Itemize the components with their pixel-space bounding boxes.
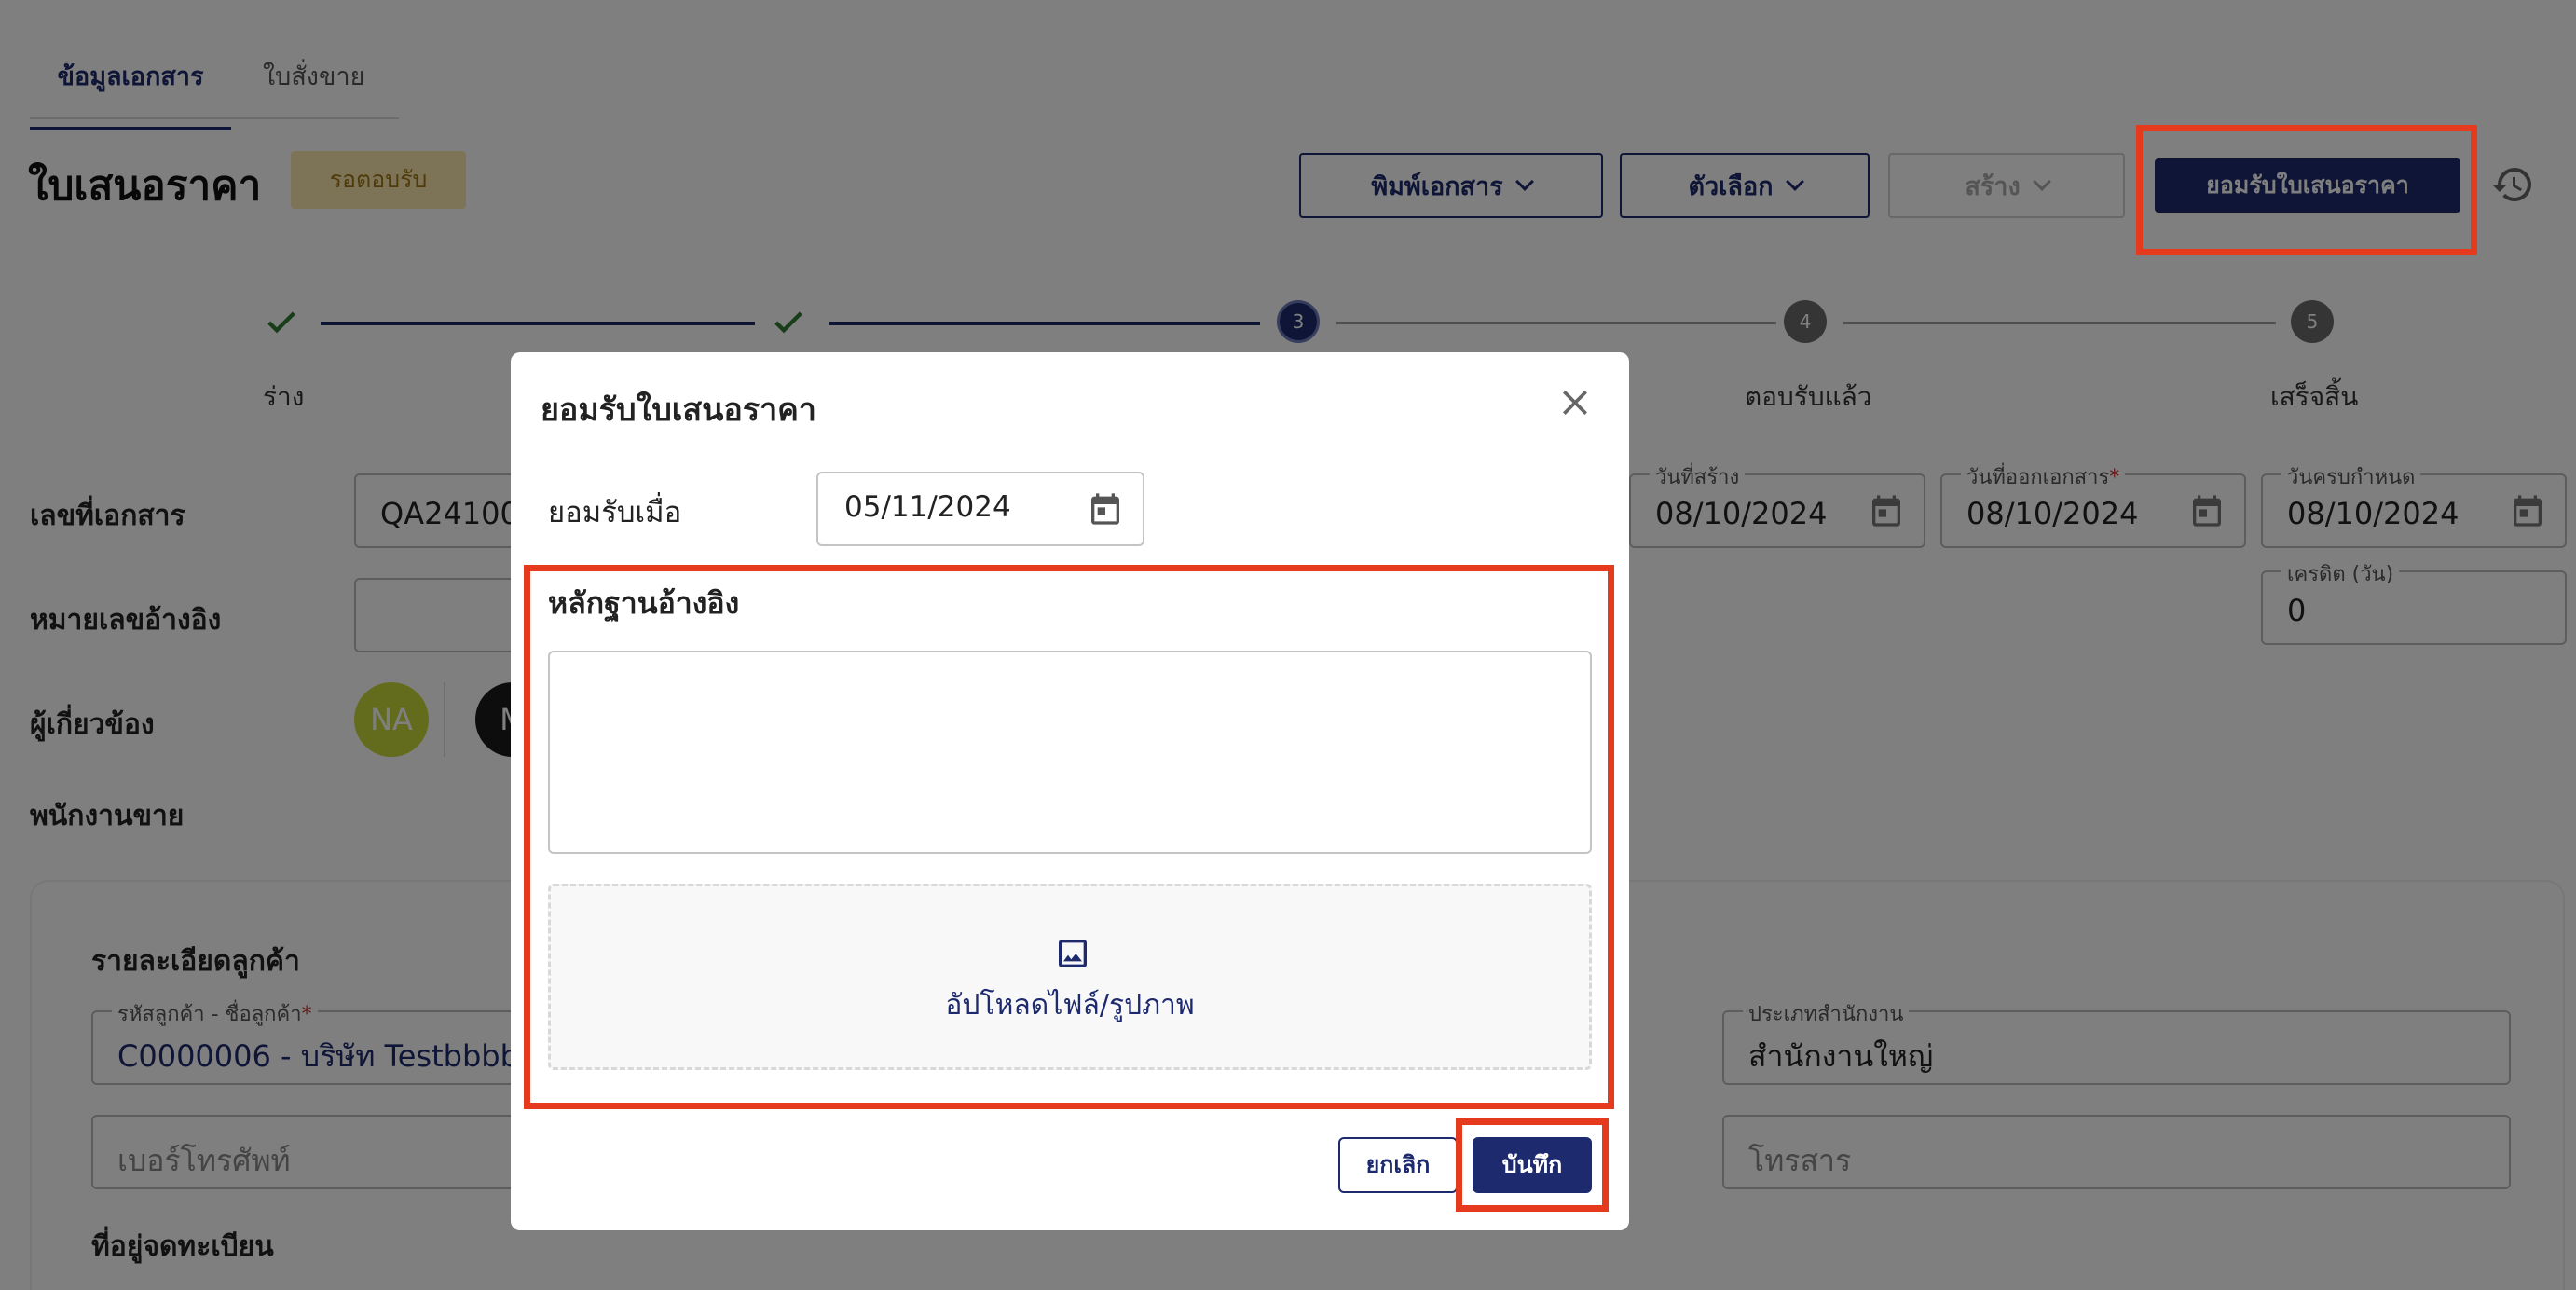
evidence-title: หลักฐานอ้างอิง xyxy=(548,585,740,621)
accept-quotation-dialog: ยอมรับใบเสนอราคา ยอมรับเมื่อ 05/11/2024 … xyxy=(511,352,1629,1230)
accepted-on-date-field[interactable]: 05/11/2024 xyxy=(816,472,1144,546)
dialog-title: ยอมรับใบเสนอราคา xyxy=(541,391,817,429)
cancel-button[interactable]: ยกเลิก xyxy=(1338,1137,1458,1193)
accepted-on-value: 05/11/2024 xyxy=(844,490,1011,524)
upload-dropzone[interactable]: อัปโหลดไฟล์/รูปภาพ xyxy=(548,884,1592,1070)
upload-label: อัปโหลดไฟล์/รูปภาพ xyxy=(945,989,1195,1022)
calendar-icon[interactable] xyxy=(1087,490,1124,528)
evidence-textarea[interactable] xyxy=(548,651,1592,854)
accepted-on-label: ยอมรับเมื่อ xyxy=(548,496,682,529)
close-icon[interactable] xyxy=(1556,384,1594,421)
highlight-box xyxy=(2136,125,2477,255)
image-icon xyxy=(1059,940,1087,968)
save-button[interactable]: บันทึก xyxy=(1473,1137,1592,1193)
